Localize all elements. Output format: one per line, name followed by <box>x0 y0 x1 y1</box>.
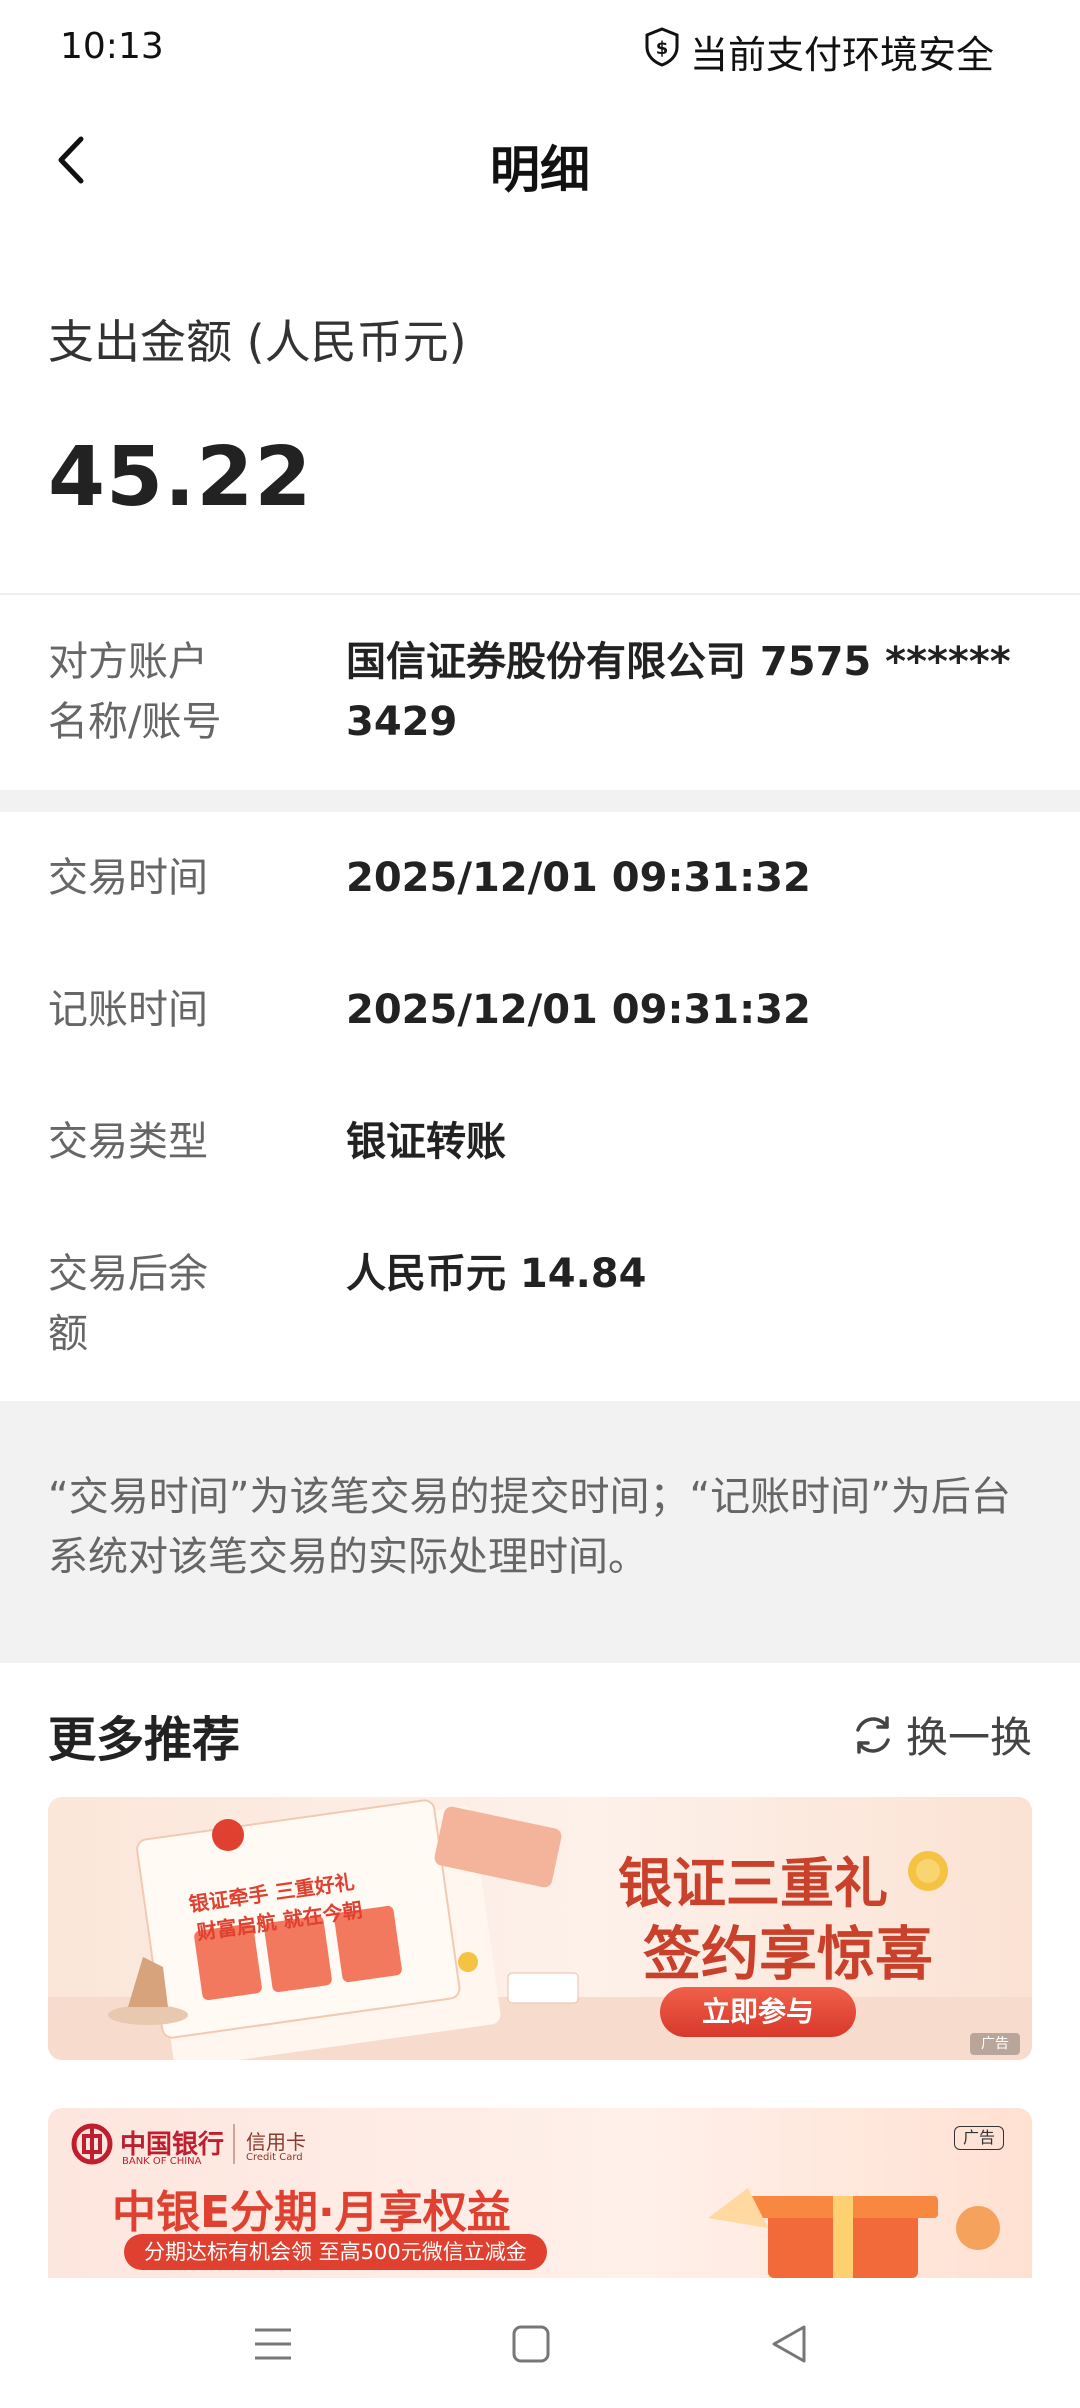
more-title: 更多推荐 <box>48 1712 241 1768</box>
counterparty-value: 国信证券股份有限公司 7575 ****** 3429 <box>346 632 1036 752</box>
promo-banner-credit-card[interactable]: 中国银行 BANK OF CHINA 信用卡 Credit Card 广告 中银… <box>48 2108 1032 2278</box>
home-button[interactable] <box>501 2314 561 2374</box>
counterparty-label-line1: 对方账户 <box>48 639 208 685</box>
svg-text:$: $ <box>656 38 669 59</box>
triangle-back-icon <box>772 2325 806 2363</box>
transaction-time-label: 交易时间 <box>48 855 208 901</box>
bank-name-en: BANK OF CHINA <box>122 2156 202 2167</box>
amount-value: 45.22 <box>48 430 313 525</box>
card-type-en: Credit Card <box>246 2152 303 2163</box>
security-status-text: 当前支付环境安全 <box>689 33 994 77</box>
banner1-headline2: 签约享惊喜 <box>642 1920 933 1988</box>
recents-button[interactable] <box>243 2314 303 2374</box>
balance-after-label: 交易后余 额 <box>48 1244 248 1364</box>
posting-time-label: 记账时间 <box>48 987 208 1033</box>
banner2-ad-tag: 广告 <box>953 2126 1004 2150</box>
note-block: “交易时间”为该笔交易的提交时间；“记账时间”为后台 系统对该笔交易的实际处理时… <box>0 1401 1080 1663</box>
counterparty-label: 对方账户 名称/账号 <box>48 632 248 752</box>
banner2-subtitle: 分期达标有机会领 至高500元微信立减金 <box>124 2234 547 2270</box>
banner2-headline: 中银E分期·月享权益 <box>112 2187 511 2238</box>
balance-after-value: 人民币元 14.84 <box>346 1251 647 1297</box>
page-title: 明细 <box>490 141 590 199</box>
banner1-cta-button[interactable]: 立即参与 <box>660 1987 856 2037</box>
status-bar: 10:13 $ 当前支付环境安全 <box>0 0 1080 96</box>
status-time: 10:13 <box>60 26 164 67</box>
counterparty-value-line2: 3429 <box>346 699 458 745</box>
note-text: “交易时间”为该笔交易的提交时间；“记账时间”为后台 系统对该笔交易的实际处理时… <box>48 1467 1038 1587</box>
note-line1: “交易时间”为该笔交易的提交时间；“记账时间”为后台 <box>48 1474 1011 1520</box>
transaction-type-label: 交易类型 <box>48 1119 208 1165</box>
refresh-label: 换一换 <box>905 1713 1032 1762</box>
balance-after-label-line2: 额 <box>48 1311 88 1357</box>
promo-banner-securities[interactable]: 银证三重礼 签约享惊喜 立即参与 广告 银证牵手 三重好礼 财富启航 就在今朝 <box>48 1797 1032 2060</box>
shield-dollar-icon: $ <box>644 27 690 76</box>
transaction-time-value: 2025/12/01 09:31:32 <box>346 855 811 901</box>
nav-bar: 明细 <box>0 110 1080 210</box>
balance-after-label-line1: 交易后余 <box>48 1251 208 1297</box>
security-status: $ 当前支付环境安全 <box>644 24 994 79</box>
square-icon <box>512 2325 550 2363</box>
banner1-ad-tag: 广告 <box>970 2033 1020 2055</box>
refresh-button[interactable]: 换一换 <box>850 1704 1032 1765</box>
section-gap <box>0 790 1080 812</box>
counterparty-label-line2: 名称/账号 <box>48 699 222 745</box>
posting-time-value: 2025/12/01 09:31:32 <box>346 987 811 1033</box>
card-type: 信用卡 <box>246 2130 306 2154</box>
counterparty-value-line1: 国信证券股份有限公司 7575 ****** <box>346 639 1011 685</box>
amount-label: 支出金额 (人民币元) <box>48 315 467 369</box>
refresh-icon <box>856 1715 890 1754</box>
system-nav-bar <box>0 2278 1080 2408</box>
back-nav-button[interactable] <box>759 2314 819 2374</box>
transaction-type-value: 银证转账 <box>346 1119 506 1165</box>
note-line2: 系统对该笔交易的实际处理时间。 <box>48 1534 648 1580</box>
divider <box>0 593 1080 595</box>
menu-icon <box>255 2328 291 2360</box>
